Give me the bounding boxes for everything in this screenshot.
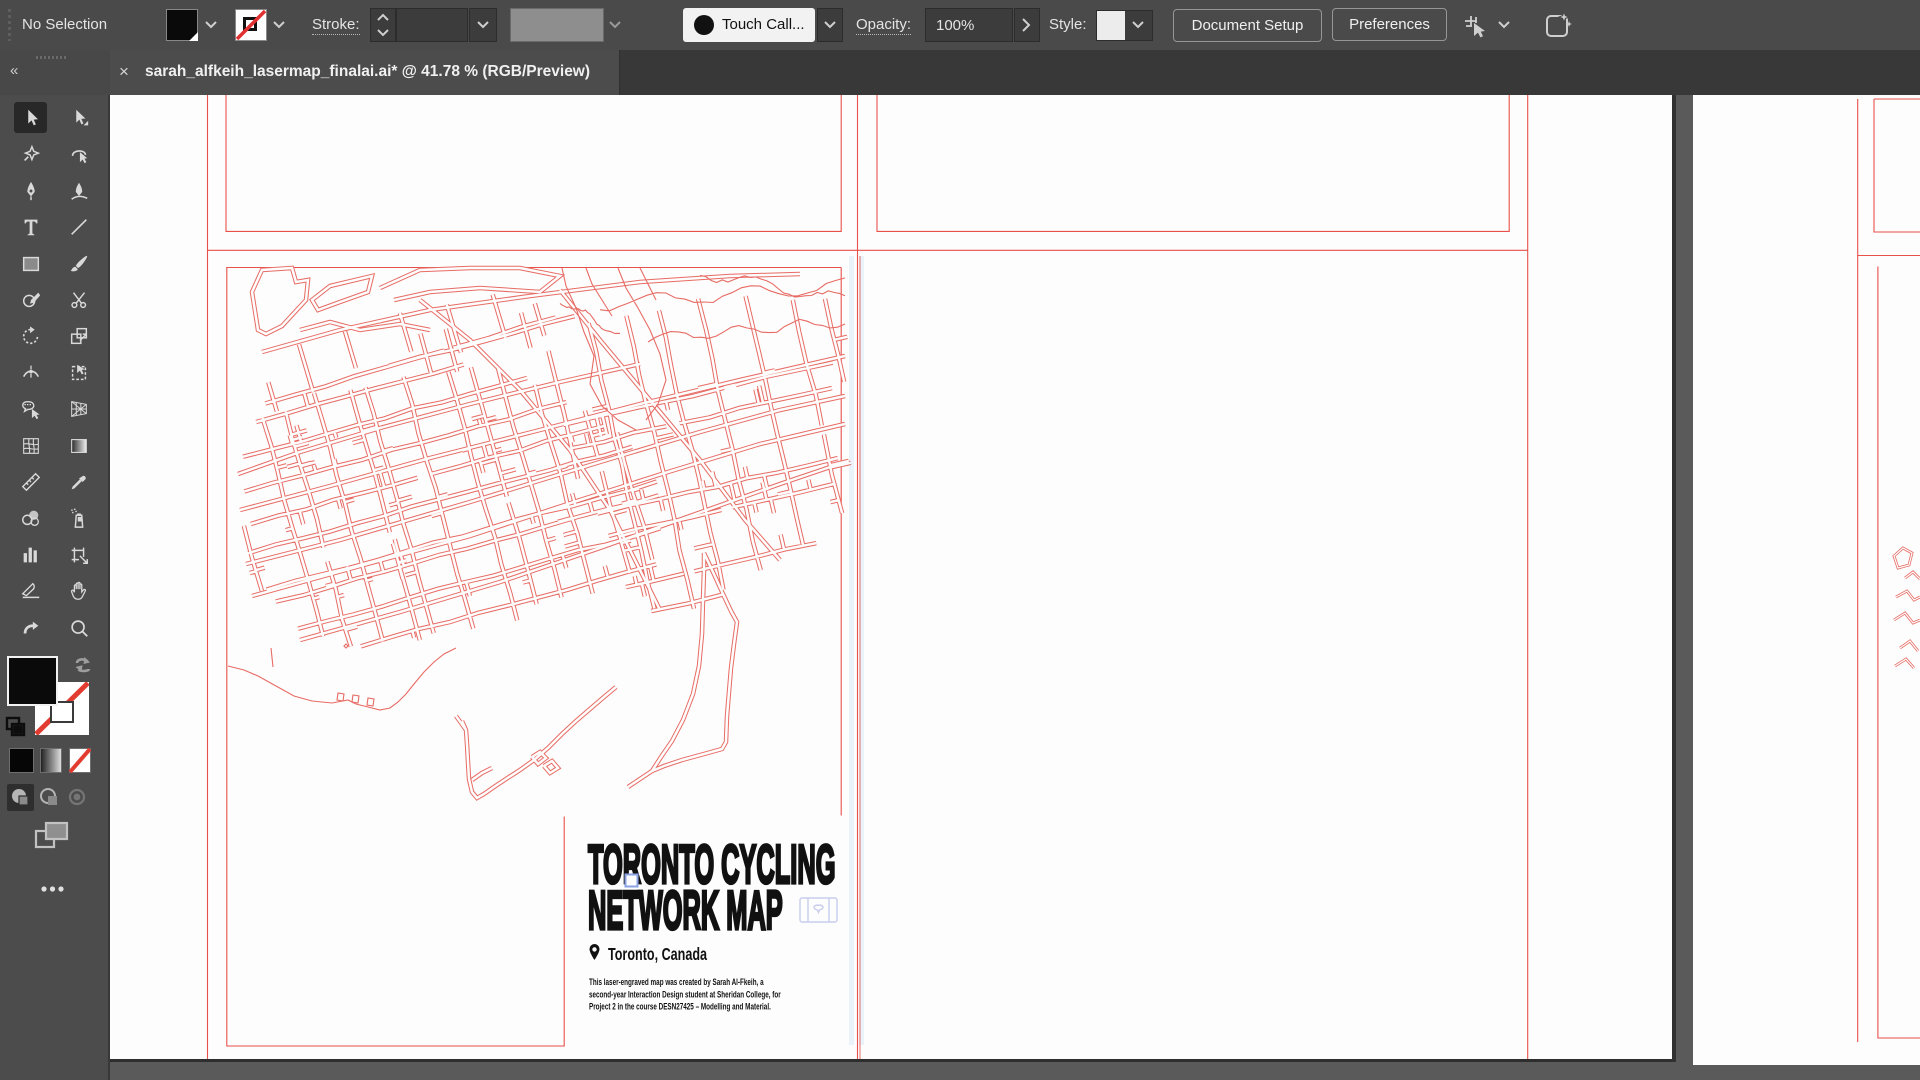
svg-text:NETWORK MAP: NETWORK MAP [588,880,783,942]
svg-text:Toronto, Canada: Toronto, Canada [608,945,707,965]
svg-text:second-year Interaction Design: second-year Interaction Design student a… [589,989,781,1000]
svg-text:This laser-engraved map was cr: This laser-engraved map was created by S… [589,977,764,988]
svg-text:Project 2 in the course DESN27: Project 2 in the course DESN27425 – Mode… [589,1001,771,1012]
